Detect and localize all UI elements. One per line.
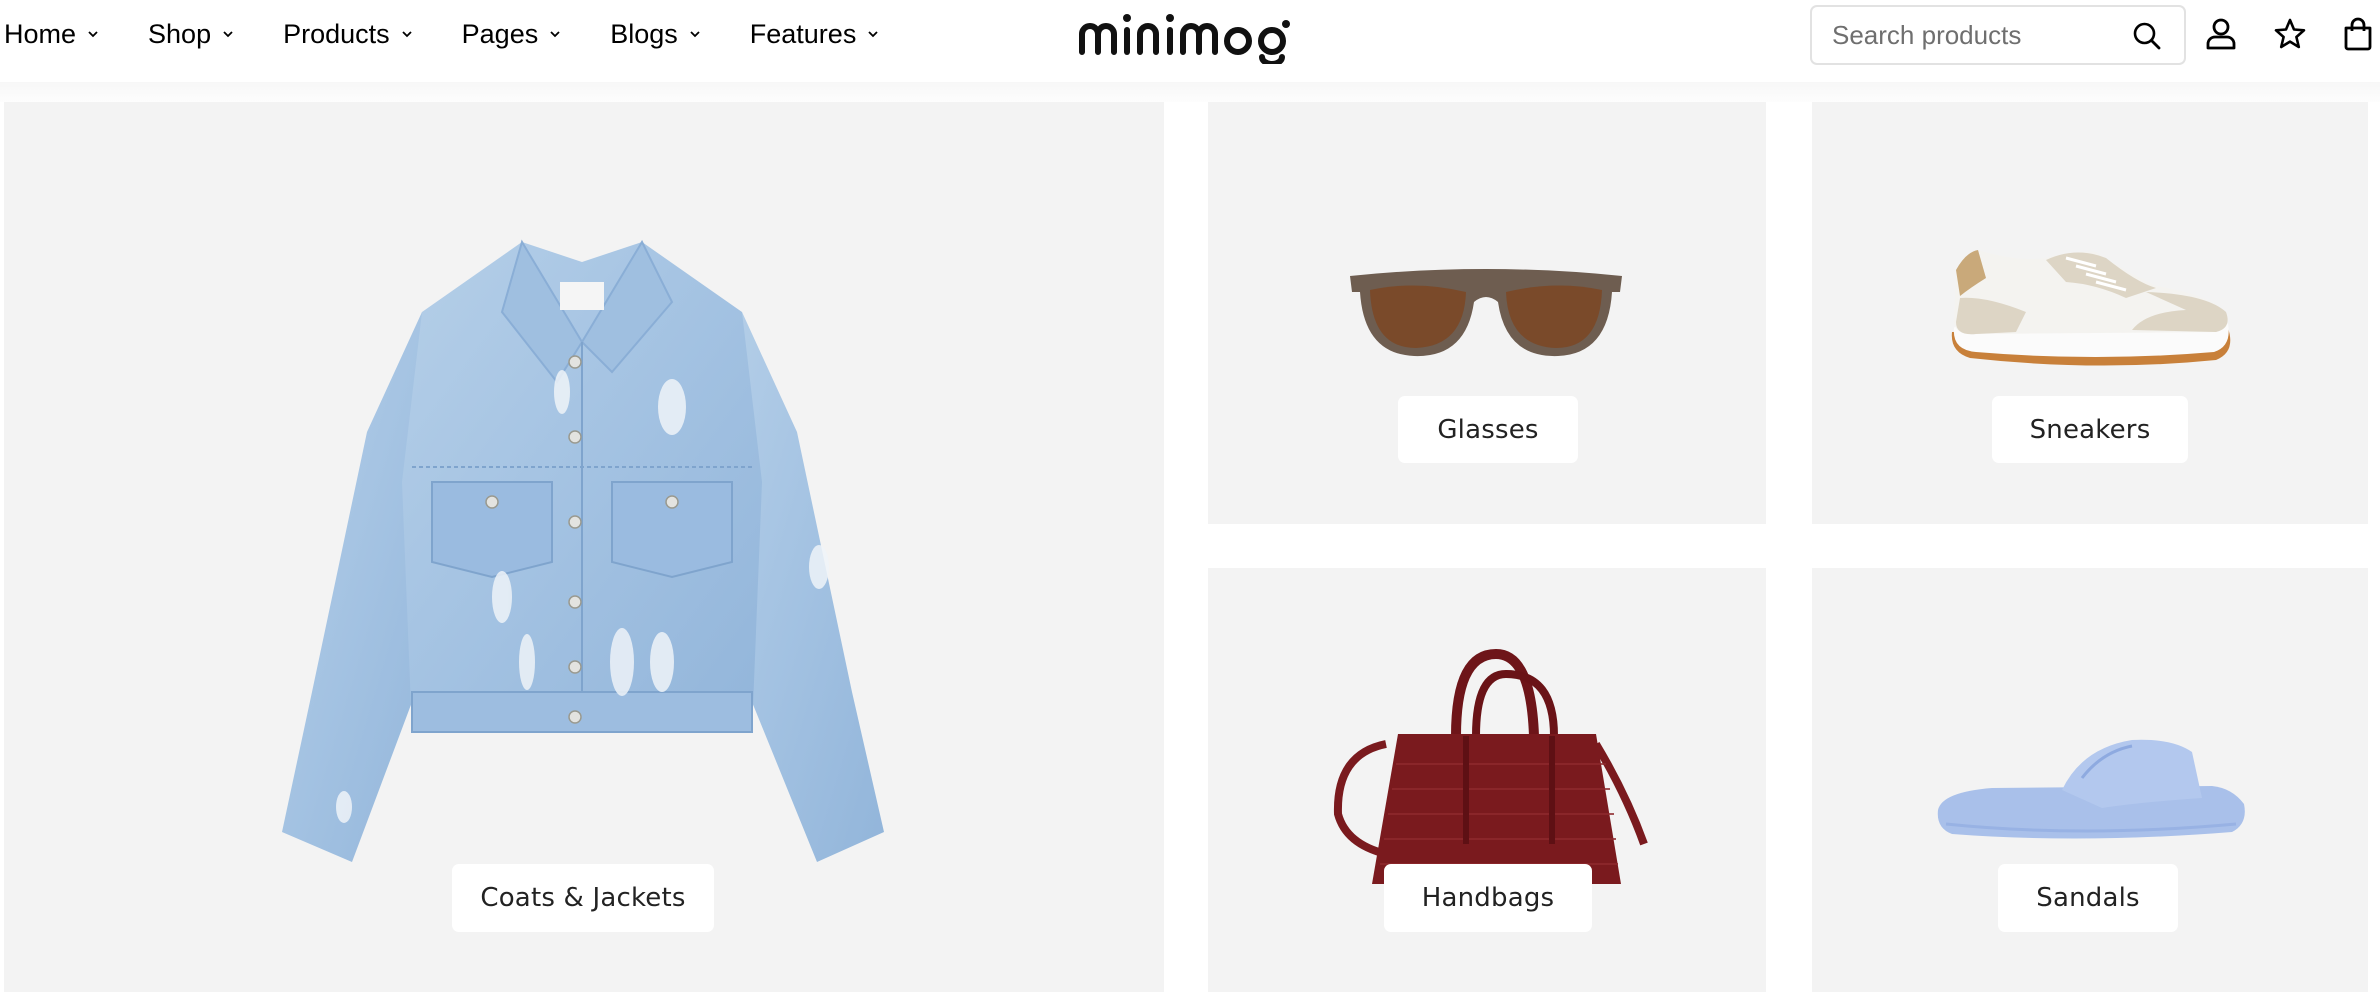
category-card-handbags[interactable]: Handbags	[1208, 568, 1766, 992]
nav-item-blogs[interactable]: Blogs	[610, 19, 702, 50]
chevron-down-icon	[866, 27, 880, 41]
site-header: Home Shop Products Pages Blogs Features	[0, 0, 2380, 82]
category-label: Coats & Jackets	[480, 883, 686, 913]
nav-item-home[interactable]: Home	[4, 19, 100, 50]
nav-item-label: Features	[749, 18, 857, 49]
category-label-button[interactable]: Sneakers	[1992, 396, 2188, 463]
chevron-down-icon	[688, 27, 702, 41]
category-label-button[interactable]: Handbags	[1384, 864, 1592, 932]
search-icon[interactable]	[2132, 21, 2162, 51]
nav-item-shop[interactable]: Shop	[148, 19, 235, 50]
nav-item-label: Products	[283, 18, 390, 49]
chevron-down-icon	[86, 27, 100, 41]
minimog-logo-icon	[1079, 14, 1290, 64]
category-card-sandals[interactable]: Sandals	[1812, 568, 2368, 992]
search-input[interactable]	[1812, 7, 2112, 63]
category-card-glasses[interactable]: Glasses	[1208, 102, 1766, 524]
chevron-down-icon	[221, 27, 235, 41]
chevron-down-icon	[400, 27, 414, 41]
nav-item-label: Pages	[461, 18, 539, 49]
search-box	[1810, 5, 2186, 65]
sneaker-image	[1946, 232, 2236, 372]
slide-sandal-image	[1932, 728, 2248, 848]
category-label-button[interactable]: Coats & Jackets	[452, 864, 714, 932]
category-label-button[interactable]: Sandals	[1998, 864, 2178, 932]
category-label: Sneakers	[2029, 414, 2151, 445]
category-label: Sandals	[2036, 883, 2140, 913]
nav-item-pages[interactable]: Pages	[462, 19, 563, 50]
category-label-button[interactable]: Glasses	[1398, 396, 1578, 463]
nav-item-features[interactable]: Features	[750, 19, 881, 50]
user-icon[interactable]	[2203, 16, 2239, 52]
nav-item-label: Shop	[148, 18, 212, 49]
nav-item-products[interactable]: Products	[283, 19, 414, 50]
star-icon[interactable]	[2272, 16, 2308, 52]
category-card-coats-jackets[interactable]: Coats & Jackets	[4, 102, 1164, 992]
chevron-down-icon	[548, 27, 562, 41]
category-label: Handbags	[1421, 883, 1555, 913]
main-nav: Home Shop Products Pages Blogs Features	[0, 0, 880, 68]
brand-logo[interactable]	[1078, 8, 1292, 64]
nav-item-label: Blogs	[610, 18, 678, 49]
nav-item-label: Home	[4, 18, 77, 49]
denim-jacket-image	[272, 222, 892, 872]
sunglasses-image	[1346, 262, 1626, 362]
category-label: Glasses	[1437, 414, 1539, 445]
category-card-sneakers[interactable]: Sneakers	[1812, 102, 2368, 524]
shopping-bag-icon[interactable]	[2340, 16, 2376, 52]
header-shadow	[0, 82, 2380, 102]
handbag-image	[1326, 644, 1656, 894]
